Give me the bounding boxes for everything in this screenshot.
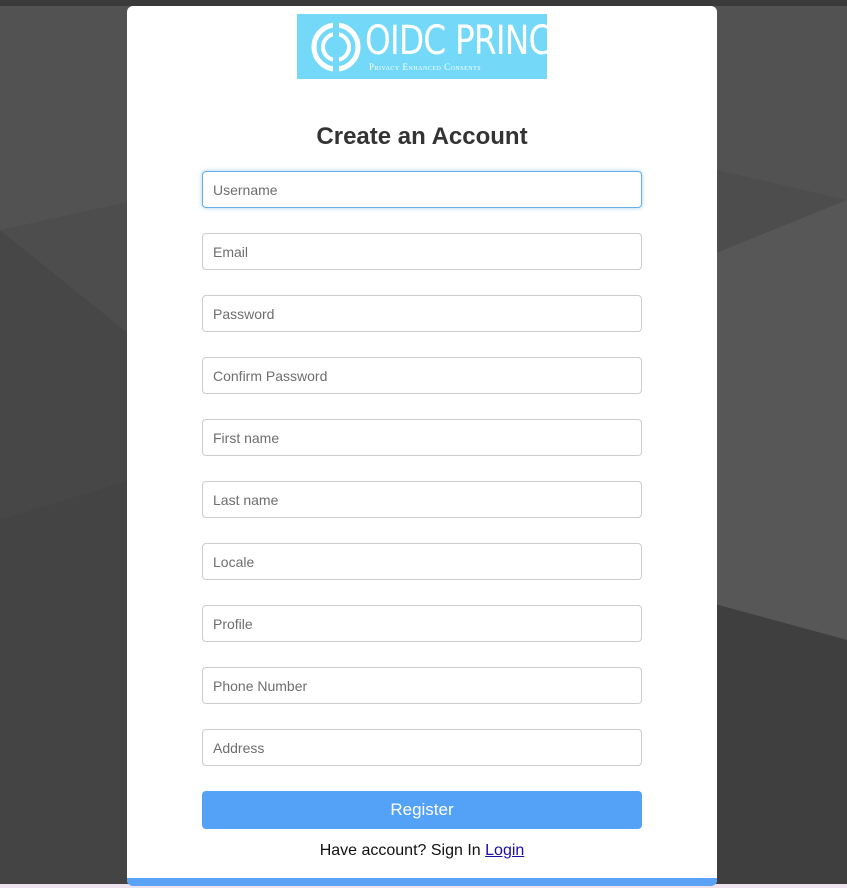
- signin-row: Have account? Sign In Login: [127, 842, 717, 860]
- phone-number-field[interactable]: [202, 667, 642, 704]
- register-button[interactable]: Register: [202, 791, 642, 829]
- login-link[interactable]: Login: [485, 842, 524, 859]
- logo: OIDC PRINCE Privacy Enhanced Consents: [297, 14, 571, 79]
- address-field[interactable]: [202, 729, 642, 766]
- signin-prompt: Have account? Sign In: [319, 842, 481, 859]
- first-name-field[interactable]: [202, 419, 642, 456]
- profile-field[interactable]: [202, 605, 642, 642]
- confirm-password-field[interactable]: [202, 357, 642, 394]
- logo-title: OIDC PRINCE: [365, 18, 571, 64]
- card-bottom-bar: [127, 878, 717, 886]
- logo-circle-icon: [311, 22, 361, 72]
- email-field[interactable]: [202, 233, 642, 270]
- locale-field[interactable]: [202, 543, 642, 580]
- page-title: Create an Account: [316, 123, 528, 150]
- logo-subtitle: Privacy Enhanced Consents: [369, 62, 482, 72]
- password-field[interactable]: [202, 295, 642, 332]
- register-card: OIDC PRINCE Privacy Enhanced Consents Cr…: [127, 6, 717, 886]
- last-name-field[interactable]: [202, 481, 642, 518]
- username-field[interactable]: [202, 171, 642, 208]
